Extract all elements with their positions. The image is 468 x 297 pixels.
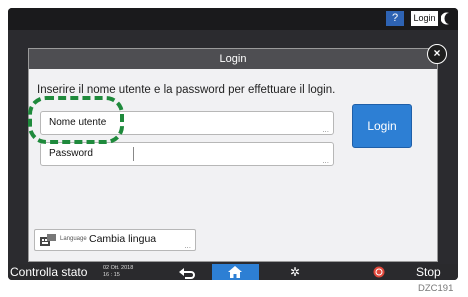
help-button[interactable]: ?: [386, 11, 404, 26]
change-language-button[interactable]: Language Cambia lingua ...: [34, 229, 196, 251]
bottom-bar: Controlla stato 02 Ott. 2018 16 : 15 ✲ S…: [8, 264, 458, 280]
home-button[interactable]: [212, 264, 259, 280]
field-more-icon: ...: [322, 156, 329, 165]
password-label: Password: [49, 148, 93, 159]
field-more-icon: ...: [322, 125, 329, 134]
moon-icon[interactable]: [441, 11, 455, 26]
top-bar: ? Login: [8, 8, 458, 30]
back-icon[interactable]: [176, 264, 198, 280]
check-status-button[interactable]: Controlla stato: [10, 264, 87, 280]
keyboard-language-icon: [40, 234, 56, 246]
date-time: 02 Ott. 2018 16 : 15: [103, 265, 133, 279]
home-icon: [228, 266, 242, 278]
language-label: Cambia lingua: [89, 233, 157, 245]
date-text: 02 Ott. 2018: [103, 265, 134, 271]
time-text: 16 : 15: [103, 272, 120, 278]
gear-icon[interactable]: ✲: [290, 264, 300, 280]
login-button[interactable]: Login: [352, 104, 412, 148]
language-caption: Language: [60, 236, 87, 242]
language-more-icon: ...: [184, 241, 191, 250]
dialog-title: Login: [29, 49, 437, 69]
text-cursor: [133, 147, 134, 161]
stop-button[interactable]: Stop: [416, 264, 441, 280]
device-screen: ? Login Login Inserire il nome utente e …: [8, 8, 458, 280]
username-highlight-annotation: [28, 96, 124, 144]
close-button[interactable]: ×: [427, 44, 447, 64]
password-field[interactable]: Password ...: [40, 142, 334, 166]
instruction-text: Inserire il nome utente e la password pe…: [37, 84, 336, 96]
figure-code: DZC191: [418, 283, 454, 294]
stop-icon[interactable]: [373, 266, 385, 278]
top-login-button[interactable]: Login: [411, 11, 438, 26]
